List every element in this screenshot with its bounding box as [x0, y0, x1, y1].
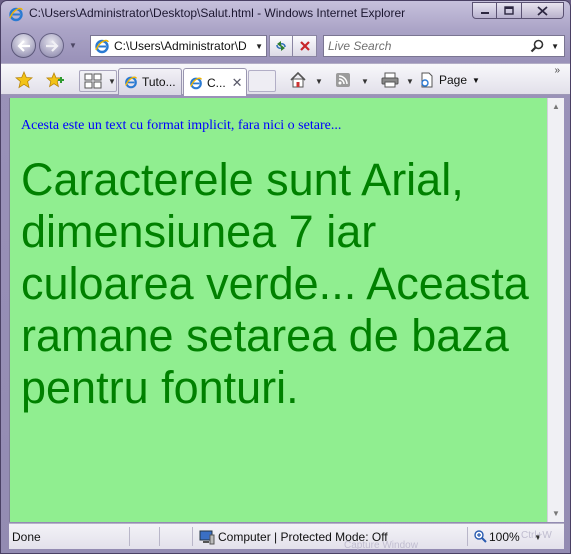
home-dropdown[interactable]: ▼ [315, 77, 323, 86]
page-menu-label: Page [439, 73, 468, 87]
search-icon[interactable] [530, 39, 544, 53]
search-options-dropdown[interactable]: ▼ [551, 42, 559, 51]
forward-icon [45, 39, 59, 52]
address-text[interactable]: C:\Users\Administrator\D [114, 39, 254, 53]
page-content: Acesta este un text cu format implicit, … [9, 98, 547, 522]
ie-icon [95, 39, 109, 54]
arial-green-text: Caracterele sunt Arial, dimensiunea 7 ia… [21, 154, 529, 413]
back-button[interactable] [11, 33, 36, 58]
favorites-star-icon[interactable] [15, 71, 33, 89]
ie-icon [125, 76, 137, 89]
status-separator [192, 527, 193, 546]
maximize-button[interactable] [497, 2, 522, 19]
maximize-icon [504, 6, 514, 15]
tab-label: Tuto... [142, 75, 176, 89]
scroll-down-arrow-icon[interactable]: ▼ [548, 505, 564, 522]
refresh-icon [276, 41, 286, 51]
status-bar: Done Capture Window Computer | Protected… [9, 523, 564, 551]
status-separator [467, 527, 468, 546]
status-separator [129, 527, 130, 546]
zoom-level[interactable]: 100% [489, 530, 520, 544]
navigation-bar: ▼ C:\Users\Administrator\D ▼ ▼ [1, 29, 570, 61]
window-controls [472, 2, 564, 19]
zoom-icon[interactable] [474, 530, 487, 543]
new-tab-button[interactable] [248, 70, 276, 92]
add-favorites-icon[interactable] [45, 71, 65, 89]
browser-window: C:\Users\Administrator\Desktop\Salut.htm… [0, 0, 571, 554]
scroll-up-arrow-icon[interactable]: ▲ [548, 98, 564, 115]
back-icon [16, 39, 30, 52]
computer-zone-icon[interactable] [199, 529, 215, 545]
stop-button[interactable] [293, 35, 317, 57]
vertical-scrollbar[interactable]: ▲ ▼ [547, 98, 564, 522]
page-menu-button[interactable]: Page ▼ [419, 71, 480, 89]
tab-tutorial[interactable]: Tuto... [118, 68, 182, 95]
feeds-dropdown[interactable]: ▼ [361, 77, 369, 86]
home-icon[interactable] [289, 71, 307, 89]
close-button[interactable] [522, 2, 564, 19]
print-icon[interactable] [381, 72, 399, 88]
status-separator [159, 527, 160, 546]
tab-label: C... [207, 75, 226, 90]
minimize-icon [480, 11, 489, 14]
page-dropdown-icon: ▼ [472, 75, 480, 85]
default-format-text: Acesta este un text cu format implicit, … [21, 118, 342, 133]
page-icon [421, 72, 433, 88]
tab-current[interactable]: C... ✕ [183, 68, 247, 96]
tab-list-dropdown[interactable]: ▼ [108, 77, 116, 86]
forward-button[interactable] [39, 33, 64, 58]
title-bar: C:\Users\Administrator\Desktop\Salut.htm… [1, 1, 570, 27]
command-bar: ▼ Tuto... C... ✕ ▼ ▼ ▼ Page ▼ » [1, 63, 570, 96]
recent-pages-dropdown[interactable]: ▼ [69, 41, 77, 50]
shortcut-watermark: Ctrl+W [521, 530, 552, 541]
more-commands-chevron-icon[interactable]: » [554, 65, 560, 76]
status-text: Done [12, 530, 41, 544]
refresh-button[interactable] [269, 35, 293, 57]
close-icon [537, 5, 548, 16]
window-title: C:\Users\Administrator\Desktop\Salut.htm… [29, 6, 406, 20]
stop-icon [299, 41, 310, 51]
security-zone-text[interactable]: Computer | Protected Mode: Off [218, 530, 388, 544]
feeds-icon[interactable] [335, 72, 351, 88]
search-input[interactable] [328, 39, 518, 53]
tab-close-icon[interactable]: ✕ [232, 75, 243, 91]
address-bar[interactable]: C:\Users\Administrator\D ▼ [90, 35, 267, 57]
search-box[interactable]: ▼ [323, 35, 565, 57]
quick-tabs-button[interactable]: ▼ [79, 70, 117, 92]
minimize-button[interactable] [472, 2, 497, 19]
quick-tabs-icon [84, 73, 102, 89]
ie-icon [9, 7, 23, 22]
ie-icon [190, 77, 202, 89]
print-dropdown[interactable]: ▼ [406, 77, 414, 86]
address-dropdown[interactable]: ▼ [255, 42, 263, 51]
